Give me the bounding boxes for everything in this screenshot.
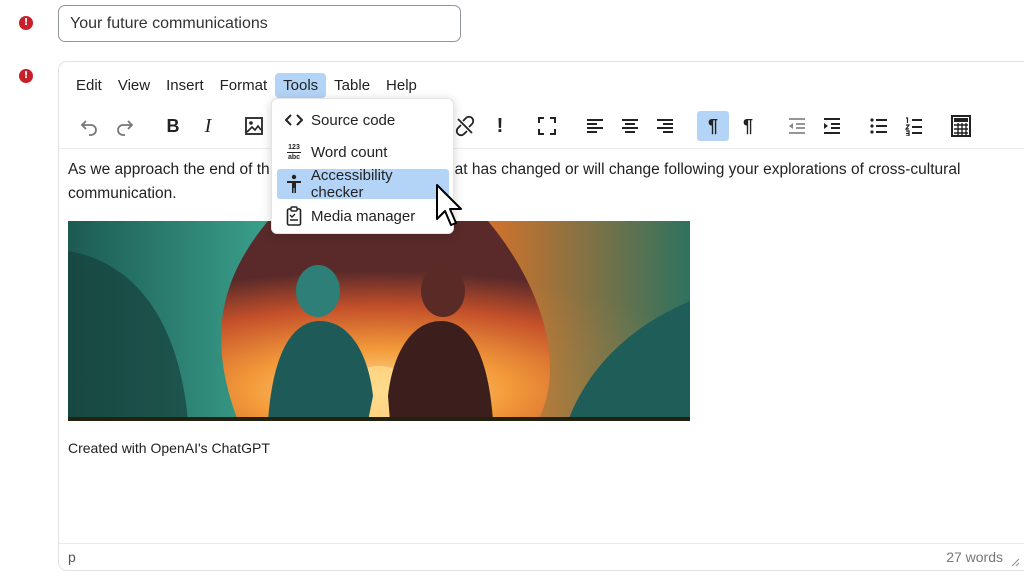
image-icon [245,117,263,135]
menu-insert[interactable]: Insert [158,73,212,98]
editor-toolbar: B I ! ¶ ¶ [59,108,1024,144]
error-icon: ! [19,16,33,30]
align-center-icon [622,119,638,133]
menu-item-word-count[interactable]: 123 abc Word count [277,137,449,167]
indent-button[interactable] [816,111,848,141]
clipboard-icon [277,206,311,226]
unlink-icon [455,115,475,137]
outdent-button[interactable] [781,111,813,141]
paragraph-text: communication. [68,185,177,202]
outdent-icon [789,118,805,134]
toolbar-divider [59,148,1024,149]
mouse-pointer-icon [436,184,462,226]
error-icon: ! [19,69,33,83]
menu-item-source-code[interactable]: Source code [277,105,449,135]
menu-help[interactable]: Help [378,73,425,98]
word-count[interactable]: 27 words [946,549,1003,565]
menu-item-media-manager[interactable]: Media manager [277,201,449,231]
paragraph-text: As we approach the end of th [68,161,270,178]
element-path[interactable]: p [68,549,76,565]
menu-edit[interactable]: Edit [68,73,110,98]
undo-icon [80,120,97,136]
editor-content[interactable]: As we approach the end of th at has chang… [68,158,988,206]
word-count-icon: 123 abc [277,144,311,161]
fullscreen-button[interactable] [531,111,563,141]
align-right-button[interactable] [649,111,681,141]
menu-item-label: Word count [311,143,388,161]
resize-handle-icon[interactable] [1010,557,1020,567]
undo-button[interactable] [73,111,105,141]
align-left-button[interactable] [579,111,611,141]
redo-icon [117,120,134,136]
menu-view[interactable]: View [110,73,158,98]
ltr-icon: ¶ [707,115,718,136]
rtl-button[interactable]: ¶ [732,111,764,141]
indent-icon [824,118,840,134]
numbered-list-button[interactable] [898,111,930,141]
menu-item-label: Source code [311,111,396,129]
word-count-icon-numbers: 123 [288,143,300,151]
exclamation-button[interactable]: ! [484,111,516,141]
menu-item-label: Media manager [311,207,416,225]
code-icon [277,113,311,127]
ltr-button[interactable]: ¶ [697,111,729,141]
bold-button[interactable]: B [157,111,189,141]
align-right-icon [657,119,673,133]
menu-item-accessibility-checker[interactable]: Accessibility checker [277,167,449,201]
menu-tools[interactable]: Tools [275,72,327,98]
image-button[interactable] [238,111,270,141]
bullet-list-button[interactable] [863,111,895,141]
accessibility-icon [277,174,311,194]
fullscreen-icon [538,117,556,135]
paragraph-text: at has changed or will change following … [454,161,961,178]
image-caption: Created with OpenAI's ChatGPT [68,440,270,456]
tools-menu: Source code 123 abc Word count Accessibi… [271,98,454,234]
italic-button[interactable]: I [192,111,224,141]
editor-statusbar: p 27 words [59,543,1024,570]
bullet-list-icon [870,118,887,134]
subject-input[interactable] [58,5,461,42]
menu-format[interactable]: Format [212,73,276,98]
menu-table[interactable]: Table [326,73,378,98]
redo-button[interactable] [109,111,141,141]
calculator-button[interactable] [945,111,977,141]
numbered-list-icon [904,117,922,136]
align-center-button[interactable] [614,111,646,141]
word-count-icon-letters: abc [287,153,301,161]
menu-item-label: Accessibility checker [310,167,393,201]
rtl-icon: ¶ [742,115,753,136]
rich-text-editor: Edit View Insert Format Tools Table Help… [58,61,1024,571]
calculator-icon [951,115,971,137]
embedded-image[interactable] [68,221,690,421]
align-left-icon [587,119,603,133]
